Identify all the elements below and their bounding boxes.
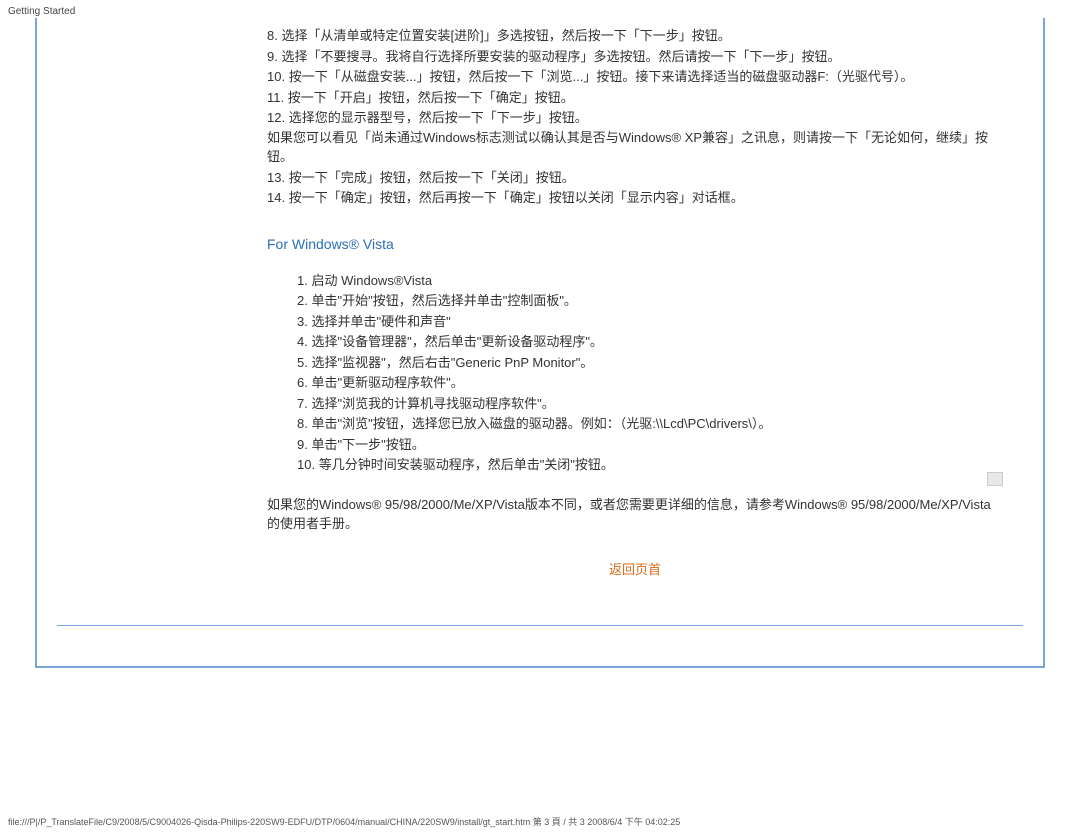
list-item-number: 9. (297, 437, 311, 452)
vista-instructions-list: 1. 启动 Windows®Vista2. 单击"开始"按钮，然后选择并单击"控… (297, 271, 1003, 475)
list-item-text: 单击"下一步"按钮。 (311, 437, 424, 452)
document-content: 8. 选择「从清单或特定位置安装[进阶]」多选按钮，然后按一下「下一步」按钮。9… (37, 18, 1043, 599)
list-item-number: 1. (297, 273, 311, 288)
list-item: 8. 单击"浏览"按钮，选择您已放入磁盘的驱动器。例如：（光驱:\\Lcd\PC… (297, 414, 1003, 434)
list-item: 5. 选择"监视器"，然后右击"Generic PnP Monitor"。 (297, 353, 1003, 373)
back-to-top-link-container: 返回页首 (267, 560, 1003, 580)
list-item: 11. 按一下「开启」按钮，然后按一下「确定」按钮。 (267, 88, 1003, 108)
list-item-number: 11. (267, 90, 288, 105)
list-item-text: 按一下「确定」按钮，然后再按一下「确定」按钮以关闭「显示内容」对话框。 (289, 190, 744, 205)
list-item-text: 选择"设备管理器"，然后单击"更新设备驱动程序"。 (311, 334, 602, 349)
list-item-text: 选择您的显示器型号，然后按一下「下一步」按钮。 如果您可以看见「尚未通过Wind… (267, 110, 988, 164)
list-item: 12. 选择您的显示器型号，然后按一下「下一步」按钮。 如果您可以看见「尚未通过… (267, 108, 1003, 167)
list-item-text: 按一下「从磁盘安装...」按钮，然后按一下「浏览...」按钮。接下来请选择适当的… (289, 69, 914, 84)
xp-instructions-list: 8. 选择「从清单或特定位置安装[进阶]」多选按钮，然后按一下「下一步」按钮。9… (267, 26, 1003, 208)
list-item: 3. 选择并单击"硬件和声音" (297, 312, 1003, 332)
list-item: 14. 按一下「确定」按钮，然后再按一下「确定」按钮以关闭「显示内容」对话框。 (267, 188, 1003, 208)
list-item-number: 9. (267, 49, 281, 64)
list-item-text: 选择并单击"硬件和声音" (311, 314, 450, 329)
list-item-number: 6. (297, 375, 311, 390)
list-item-text: 选择"监视器"，然后右击"Generic PnP Monitor"。 (311, 355, 593, 370)
list-item-text: 单击"浏览"按钮，选择您已放入磁盘的驱动器。例如：（光驱:\\Lcd\PC\dr… (311, 416, 771, 431)
list-item-text: 选择「从清单或特定位置安装[进阶]」多选按钮，然后按一下「下一步」按钮。 (281, 28, 730, 43)
list-item-text: 启动 Windows®Vista (311, 273, 432, 288)
back-to-top-link[interactable]: 返回页首 (609, 562, 661, 577)
list-item: 9. 选择「不要搜寻。我将自行选择所要安装的驱动程序」多选按钮。然后请按一下「下… (267, 47, 1003, 67)
list-item-text: 选择"浏览我的计算机寻找驱动程序软件"。 (311, 396, 554, 411)
vista-section-heading: For Windows® Vista (267, 234, 1003, 255)
list-item-number: 5. (297, 355, 311, 370)
scrollbar-stub[interactable] (987, 472, 1003, 486)
document-frame: 8. 选择「从清单或特定位置安装[进阶]」多选按钮，然后按一下「下一步」按钮。9… (35, 18, 1045, 668)
list-item-text: 按一下「完成」按钮，然后按一下「关闭」按钮。 (289, 170, 575, 185)
list-item-number: 8. (297, 416, 311, 431)
list-item: 1. 启动 Windows®Vista (297, 271, 1003, 291)
list-item-number: 3. (297, 314, 311, 329)
list-item-text: 按一下「开启」按钮，然后按一下「确定」按钮。 (288, 90, 574, 105)
list-item: 13. 按一下「完成」按钮，然后按一下「关闭」按钮。 (267, 168, 1003, 188)
page-header-label: Getting Started (8, 6, 75, 17)
list-item-text: 单击"开始"按钮，然后选择并单击"控制面板"。 (311, 293, 576, 308)
list-item: 10. 按一下「从磁盘安装...」按钮，然后按一下「浏览...」按钮。接下来请选… (267, 67, 1003, 87)
list-item-text: 选择「不要搜寻。我将自行选择所要安装的驱动程序」多选按钮。然后请按一下「下一步」… (281, 49, 840, 64)
list-item-text: 单击"更新驱动程序软件"。 (311, 375, 463, 390)
version-note: 如果您的Windows® 95/98/2000/Me/XP/Vista版本不同，… (267, 495, 1003, 534)
list-item: 2. 单击"开始"按钮，然后选择并单击"控制面板"。 (297, 291, 1003, 311)
list-item-number: 14. (267, 190, 289, 205)
footer-file-url: file:///P|/P_TranslateFile/C9/2008/5/C90… (8, 815, 680, 828)
list-item-number: 8. (267, 28, 281, 43)
list-item-number: 4. (297, 334, 311, 349)
list-item-text: 等几分钟时间安装驱动程序，然后单击"关闭"按钮。 (319, 457, 614, 472)
list-item: 4. 选择"设备管理器"，然后单击"更新设备驱动程序"。 (297, 332, 1003, 352)
list-item-number: 13. (267, 170, 289, 185)
list-item: 7. 选择"浏览我的计算机寻找驱动程序软件"。 (297, 394, 1003, 414)
list-item: 10. 等几分钟时间安装驱动程序，然后单击"关闭"按钮。 (297, 455, 1003, 475)
list-item-number: 10. (267, 69, 289, 84)
list-item-number: 10. (297, 457, 319, 472)
list-item: 9. 单击"下一步"按钮。 (297, 435, 1003, 455)
bottom-divider (57, 625, 1023, 626)
list-item-number: 12. (267, 110, 289, 125)
list-item: 6. 单击"更新驱动程序软件"。 (297, 373, 1003, 393)
list-item: 8. 选择「从清单或特定位置安装[进阶]」多选按钮，然后按一下「下一步」按钮。 (267, 26, 1003, 46)
list-item-number: 7. (297, 396, 311, 411)
list-item-number: 2. (297, 293, 311, 308)
